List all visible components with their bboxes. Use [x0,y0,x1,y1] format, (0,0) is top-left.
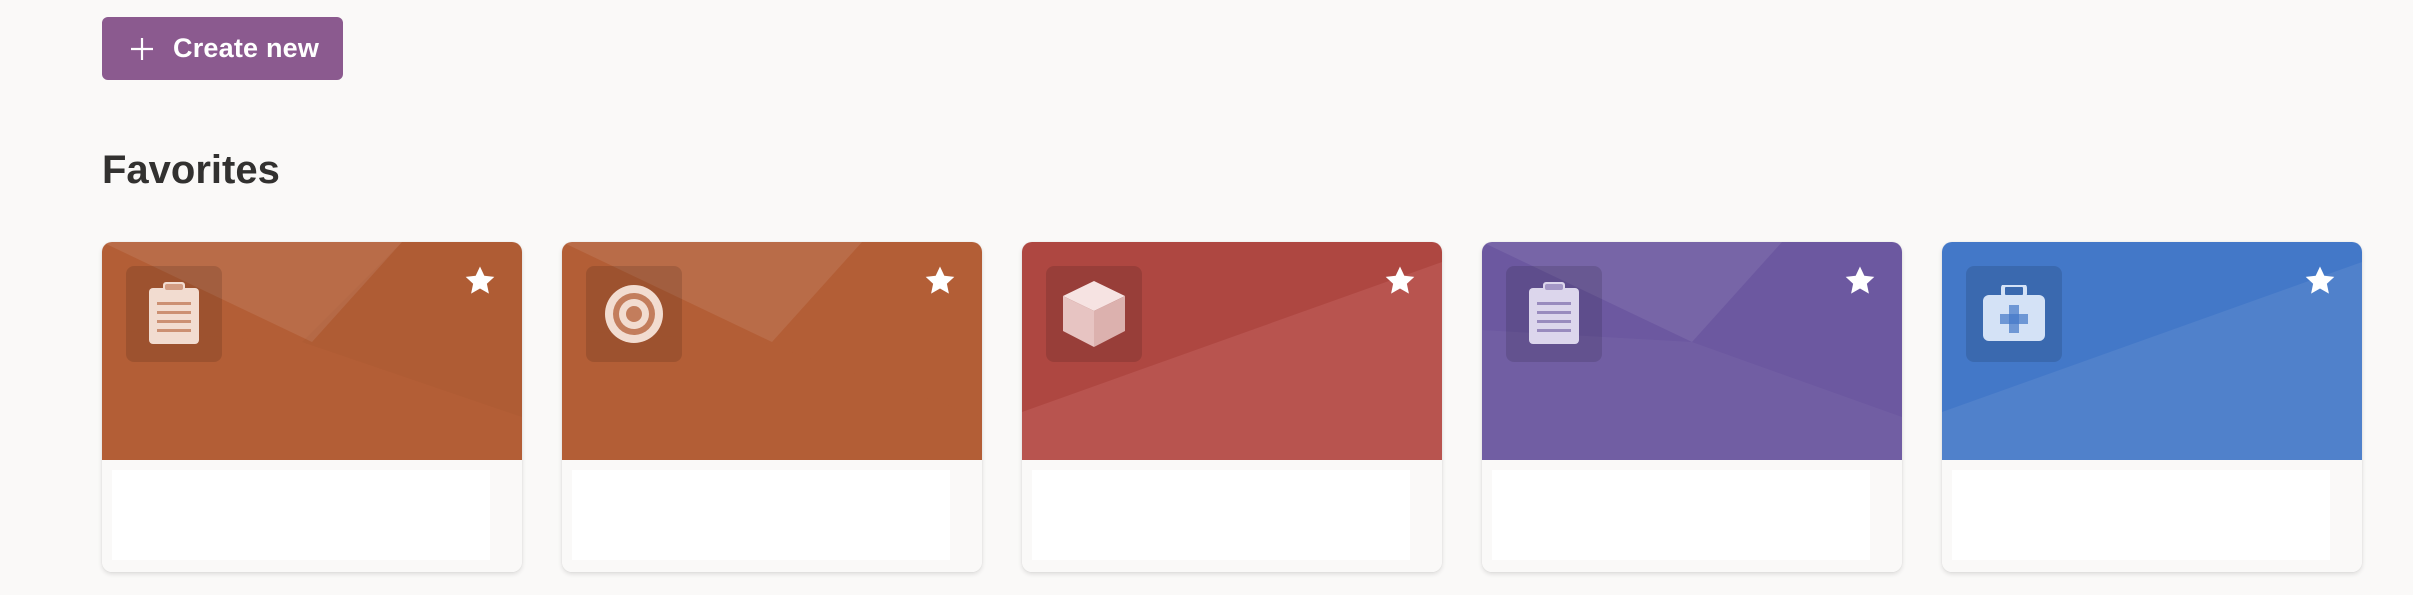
favorite-card[interactable] [562,242,982,572]
favorites-heading: Favorites [102,148,280,192]
cube-icon [1063,281,1125,347]
clipboard-icon [1529,282,1579,344]
target-icon [605,285,663,343]
plus-icon [131,37,153,60]
card-body [562,460,982,572]
favorites-card-list [102,242,2362,572]
card-content [112,470,490,560]
create-new-label: Create new [173,33,320,63]
card-banner [102,242,522,460]
favorite-star-icon[interactable] [2303,264,2337,298]
card-body [1482,460,1902,572]
card-banner [1942,242,2362,460]
favorite-card[interactable] [1482,242,1902,572]
card-icon-tile [586,266,682,362]
clipboard-icon [149,282,199,344]
card-banner [562,242,982,460]
card-body [102,460,522,572]
page: Create new Favorites [0,0,2413,595]
card-icon-tile [1506,266,1602,362]
favorite-star-icon[interactable] [463,264,497,298]
card-content [1032,470,1410,560]
favorite-star-icon[interactable] [1843,264,1877,298]
favorite-star-icon[interactable] [1383,264,1417,298]
card-icon-tile [1046,266,1142,362]
card-content [572,470,950,560]
card-body [1022,460,1442,572]
card-banner [1022,242,1442,460]
medical-kit-icon [1983,285,2045,341]
card-content [1492,470,1870,560]
card-body [1942,460,2362,572]
favorite-card[interactable] [1942,242,2362,572]
favorite-card[interactable] [102,242,522,572]
card-icon-tile [126,266,222,362]
card-icon-tile [1966,266,2062,362]
favorite-star-icon[interactable] [923,264,957,298]
card-banner [1482,242,1902,460]
favorite-card[interactable] [1022,242,1442,572]
card-content [1952,470,2330,560]
create-new-button[interactable]: Create new [102,17,343,80]
